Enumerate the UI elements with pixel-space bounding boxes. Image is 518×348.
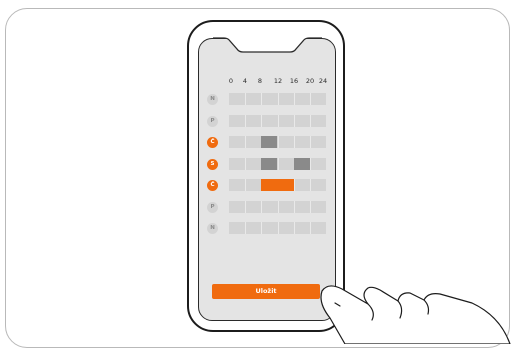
hand-illustration bbox=[320, 285, 511, 344]
